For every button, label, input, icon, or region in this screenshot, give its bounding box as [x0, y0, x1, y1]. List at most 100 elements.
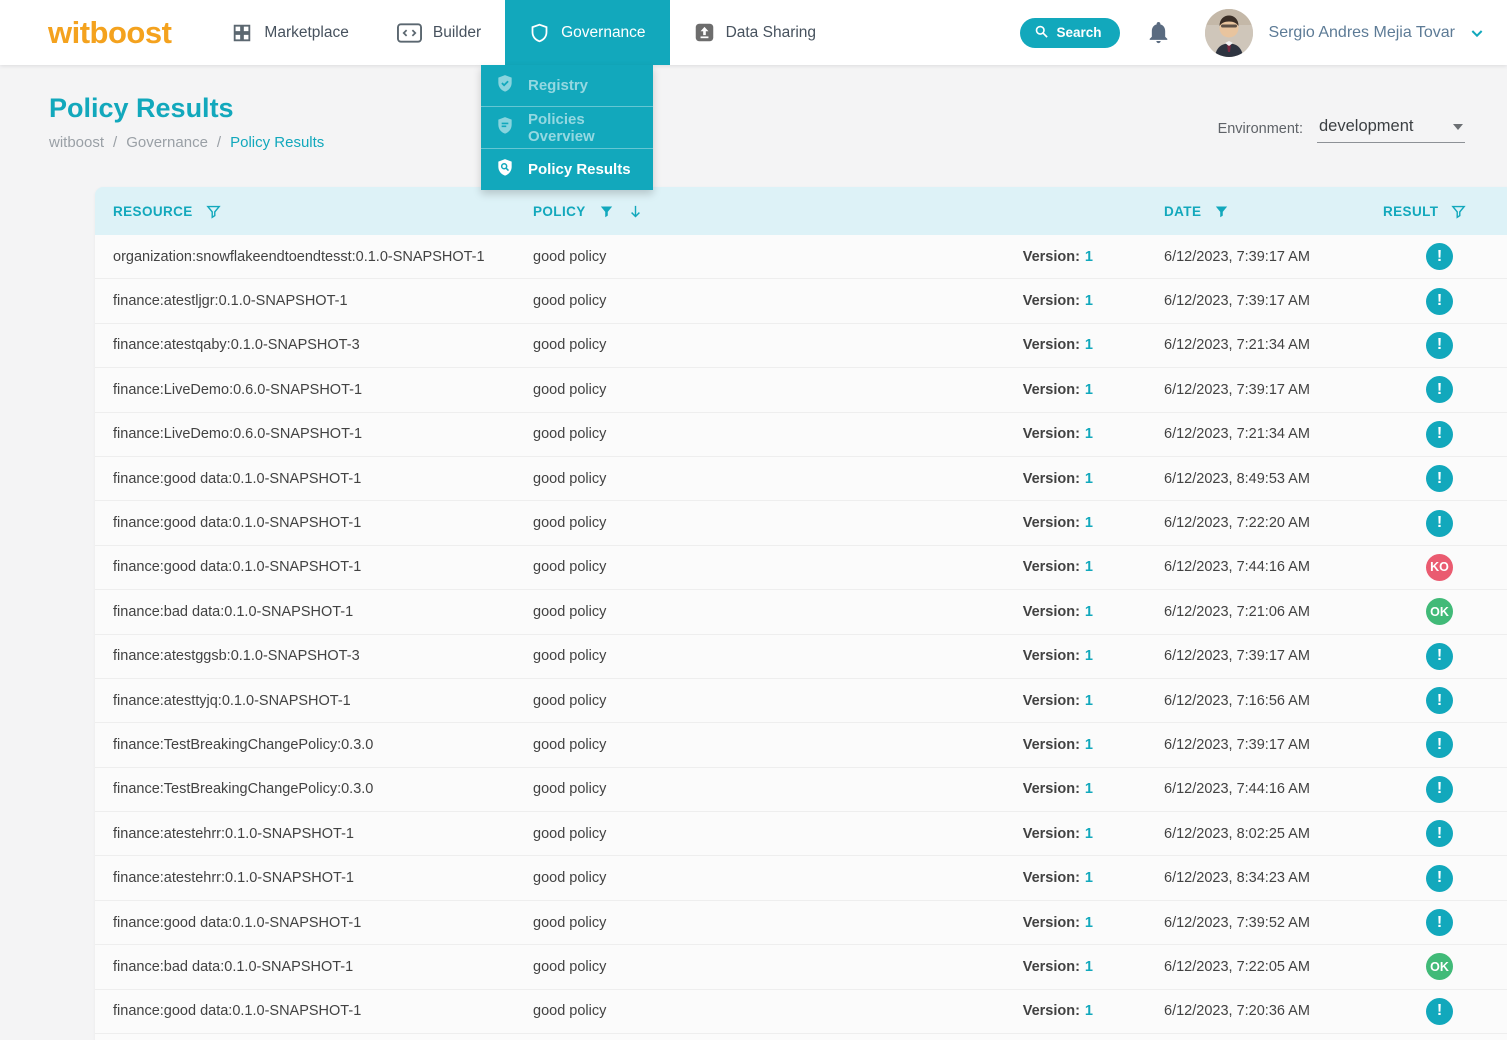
table-row[interactable]: finance:TestBreakingChangePolicy:0.3.0go…	[95, 768, 1507, 812]
cell-version: Version:1	[973, 915, 1093, 931]
table-row[interactable]: finance:atestehrr:0.1.0-SNAPSHOT-1good p…	[95, 812, 1507, 856]
table-row[interactable]: finance:good data:0.1.0-SNAPSHOT-1good p…	[95, 901, 1507, 945]
cell-version: Version:1	[973, 648, 1093, 664]
cell-date: 6/12/2023, 7:39:17 AM	[1093, 737, 1383, 753]
shield-icon	[529, 22, 550, 44]
result-warning-badge[interactable]: !	[1426, 776, 1453, 803]
cell-date: 6/12/2023, 8:34:23 AM	[1093, 870, 1383, 886]
cell-date: 6/12/2023, 8:02:25 AM	[1093, 826, 1383, 842]
result-warning-badge[interactable]: !	[1426, 510, 1453, 537]
chevron-down-icon[interactable]	[1469, 25, 1485, 41]
cell-policy: good policy	[533, 648, 973, 664]
nav-item-marketplace[interactable]: Marketplace	[207, 0, 372, 65]
version-value: 1	[1085, 781, 1093, 797]
table-row[interactable]: finance:TestBreakingChangePolicy:0.3.0go…	[95, 723, 1507, 767]
main-content: Policy Results witboost / Governance / P…	[0, 65, 1507, 1040]
table-row[interactable]: finance:LiveDemo:0.6.0-SNAPSHOT-1good po…	[95, 368, 1507, 412]
cell-policy: good policy	[533, 1003, 973, 1019]
cell-version: Version:1	[973, 515, 1093, 531]
menu-item-registry[interactable]: Registry	[481, 65, 653, 106]
environment-label: Environment:	[1218, 121, 1303, 137]
version-label: Version:	[1023, 870, 1080, 886]
filter-active-icon[interactable]	[598, 203, 615, 220]
table-row[interactable]: finance:bad data:0.1.0-SNAPSHOT-1good po…	[95, 590, 1507, 634]
cell-date: 6/12/2023, 7:21:06 AM	[1093, 604, 1383, 620]
breadcrumb-witboost[interactable]: witboost	[49, 134, 104, 151]
table-row[interactable]: finance:atestggsb:0.1.0-SNAPSHOT-3good p…	[95, 635, 1507, 679]
menu-item-policy-results[interactable]: Policy Results	[481, 149, 653, 190]
breadcrumb-policy-results[interactable]: Policy Results	[230, 134, 324, 151]
witboost-logo[interactable]: witboost	[0, 0, 207, 65]
version-label: Version:	[1023, 293, 1080, 309]
sort-descending-icon[interactable]	[627, 203, 644, 220]
table-row[interactable]: finance:good data:0.1.0-SNAPSHOT-1good p…	[95, 501, 1507, 545]
result-warning-badge[interactable]: !	[1426, 421, 1453, 448]
cell-date: 6/12/2023, 7:44:16 AM	[1093, 781, 1383, 797]
result-ok-badge[interactable]: OK	[1426, 953, 1453, 980]
table-row[interactable]: finance:LiveDemo:0.6.0-SNAPSHOT-1good po…	[95, 413, 1507, 457]
result-warning-badge[interactable]: !	[1426, 376, 1453, 403]
cell-date: 6/12/2023, 7:44:16 AM	[1093, 559, 1383, 575]
result-ko-badge[interactable]: KO	[1426, 554, 1453, 581]
result-ok-badge[interactable]: OK	[1426, 598, 1453, 625]
search-button[interactable]: Search	[1020, 18, 1120, 48]
table-row[interactable]: finance:atesttyjq:0.1.0-SNAPSHOT-1good p…	[95, 679, 1507, 723]
table-row[interactable]: finance:good data:0.1.0-SNAPSHOT-1good p…	[95, 457, 1507, 501]
search-label: Search	[1057, 25, 1102, 40]
cell-resource: finance:LiveDemo:0.6.0-SNAPSHOT-1	[113, 426, 533, 442]
cell-policy: good policy	[533, 959, 973, 975]
cell-policy: good policy	[533, 293, 973, 309]
result-warning-badge[interactable]: !	[1426, 820, 1453, 847]
notifications-bell-icon[interactable]	[1146, 19, 1171, 46]
cell-result: KO	[1383, 554, 1496, 581]
cell-version: Version:1	[973, 826, 1093, 842]
top-bar: witboost Marketplace Builder Governance …	[0, 0, 1507, 65]
cell-policy: good policy	[533, 737, 973, 753]
cell-policy: good policy	[533, 604, 973, 620]
version-label: Version:	[1023, 337, 1080, 353]
result-warning-badge[interactable]: !	[1426, 288, 1453, 315]
menu-item-label: Policies Overview	[528, 111, 639, 145]
version-label: Version:	[1023, 737, 1080, 753]
result-warning-badge[interactable]: !	[1426, 243, 1453, 270]
result-warning-badge[interactable]: !	[1426, 465, 1453, 492]
result-warning-badge[interactable]: !	[1426, 643, 1453, 670]
filter-icon[interactable]	[1450, 203, 1467, 220]
user-name[interactable]: Sergio Andres Mejia Tovar	[1269, 24, 1455, 42]
cell-policy: good policy	[533, 337, 973, 353]
table-row[interactable]: finance:atestehrr:0.1.0-SNAPSHOT-1good p…	[95, 856, 1507, 900]
nav-item-governance[interactable]: Governance	[505, 0, 669, 65]
table-row[interactable]: finance:atestqaby:0.1.0-SNAPSHOT-3good p…	[95, 324, 1507, 368]
table-row[interactable]: organization:snowflakeendtoendtesst:0.1.…	[95, 235, 1507, 279]
cell-result: OK	[1383, 598, 1496, 625]
nav-item-data-sharing[interactable]: Data Sharing	[670, 0, 840, 65]
cell-date: 6/12/2023, 7:39:17 AM	[1093, 382, 1383, 398]
cell-resource: finance:bad data:0.1.0-SNAPSHOT-1	[113, 959, 533, 975]
version-label: Version:	[1023, 648, 1080, 664]
table-row[interactable]: finance:good data:0.1.0-SNAPSHOT-1good p…	[95, 546, 1507, 590]
result-warning-badge[interactable]: !	[1426, 332, 1453, 359]
table-row[interactable]: finance:good data:0.1.0-SNAPSHOT-1good p…	[95, 990, 1507, 1034]
cell-version: Version:1	[973, 382, 1093, 398]
cell-date: 6/12/2023, 7:16:56 AM	[1093, 693, 1383, 709]
filter-icon[interactable]	[205, 203, 222, 220]
result-warning-badge[interactable]: !	[1426, 687, 1453, 714]
menu-item-policies-overview[interactable]: Policies Overview	[481, 107, 653, 148]
nav-item-builder[interactable]: Builder	[373, 0, 505, 65]
cell-result: !	[1383, 376, 1496, 403]
cell-resource: finance:TestBreakingChangePolicy:0.3.0	[113, 737, 533, 753]
column-header-resource: RESOURCE	[113, 203, 533, 220]
avatar[interactable]	[1205, 9, 1253, 57]
filter-active-icon[interactable]	[1213, 203, 1230, 220]
result-warning-badge[interactable]: !	[1426, 731, 1453, 758]
version-label: Version:	[1023, 249, 1080, 265]
breadcrumb-governance[interactable]: Governance	[126, 134, 208, 151]
cell-result: !	[1383, 776, 1496, 803]
result-warning-badge[interactable]: !	[1426, 909, 1453, 936]
version-label: Version:	[1023, 604, 1080, 620]
table-row[interactable]: finance:bad data:0.1.0-SNAPSHOT-1good po…	[95, 945, 1507, 989]
environment-select[interactable]: development	[1317, 115, 1465, 143]
result-warning-badge[interactable]: !	[1426, 998, 1453, 1025]
table-row[interactable]: finance:atestljgr:0.1.0-SNAPSHOT-1good p…	[95, 279, 1507, 323]
result-warning-badge[interactable]: !	[1426, 865, 1453, 892]
